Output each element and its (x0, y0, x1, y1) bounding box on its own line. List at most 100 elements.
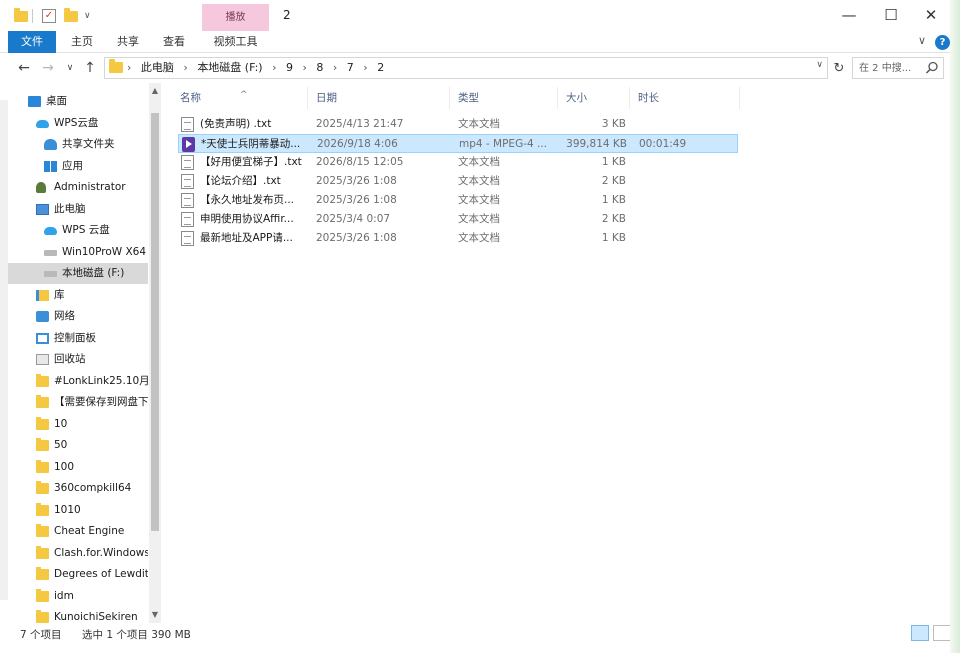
cell-name: 【论坛介绍】.txt (200, 175, 281, 187)
sidebar-item[interactable]: Administrator (8, 177, 148, 198)
column-header-duration[interactable]: 时长 (630, 87, 740, 109)
breadcrumb-8[interactable]: 8 (316, 61, 323, 74)
column-header-size[interactable]: 大小 (558, 87, 630, 109)
ribbon-collapse-icon[interactable]: ∨ (918, 34, 926, 47)
cell-size: 1 KB (601, 232, 626, 244)
column-header-name[interactable]: 名称 ^ (172, 87, 308, 109)
sidebar-item-label: 应用 (62, 159, 83, 172)
sidebar-item[interactable]: 360compkill64 (8, 478, 148, 499)
large-icons-view-button[interactable] (933, 625, 951, 641)
address-dropdown-icon[interactable]: ∨ (816, 60, 823, 70)
text-file-icon (181, 212, 194, 227)
details-view-button[interactable] (911, 625, 929, 641)
search-box[interactable] (852, 57, 944, 79)
address-row: ← → ∨ ↑ › 此电脑 › 本地磁盘 (F:) › 9 › 8 › 7 › … (0, 53, 960, 83)
table-row[interactable]: 【论坛介绍】.txt 2025/3/26 1:08 文本文档 2 KB (178, 172, 738, 191)
breadcrumb-drive-f[interactable]: 本地磁盘 (F:) (197, 61, 262, 74)
column-header-type[interactable]: 类型 (450, 87, 558, 109)
close-button[interactable]: ✕ (908, 3, 954, 29)
sidebar-item[interactable]: Clash.for.Windows (8, 543, 148, 564)
drive-icon (44, 271, 57, 277)
sidebar-item-label: 1010 (54, 503, 81, 516)
sidebar-item[interactable]: 10 (8, 414, 148, 435)
properties-check-icon[interactable]: ✓ (42, 7, 56, 25)
address-bar[interactable]: › 此电脑 › 本地磁盘 (F:) › 9 › 8 › 7 › 2 ∨ (104, 57, 828, 79)
search-input[interactable] (853, 58, 927, 78)
nav-scrollbar[interactable]: ▲ ▼ (149, 83, 161, 623)
back-button[interactable]: ← (14, 58, 34, 78)
breadcrumb-9[interactable]: 9 (286, 61, 293, 74)
quick-access-folder-icon[interactable] (14, 7, 28, 25)
table-row[interactable]: 【好用便宜梯子】.txt 2026/8/15 12:05 文本文档 1 KB (178, 153, 738, 172)
sidebar-item[interactable]: 库 (8, 285, 148, 306)
sidebar-item[interactable]: 本地磁盘 (F:) (8, 263, 148, 284)
sidebar-item[interactable]: Win10ProW X64 (8, 242, 148, 263)
sidebar-item[interactable]: 回收站 (8, 349, 148, 370)
new-folder-icon[interactable] (64, 7, 78, 25)
sidebar-item-label: Clash.for.Windows (54, 546, 148, 559)
sidebar-item-label: KunoichiSekiren (54, 611, 138, 623)
breadcrumb-2[interactable]: 2 (377, 61, 384, 74)
up-button[interactable]: ↑ (80, 58, 100, 78)
cell-date: 2025/4/13 21:47 (316, 118, 404, 130)
tab-file[interactable]: 文件 (8, 31, 56, 53)
tab-share[interactable]: 共享 (108, 31, 148, 53)
nav-scroll-thumb[interactable] (151, 113, 159, 531)
recent-locations-button[interactable]: ∨ (60, 58, 80, 78)
sidebar-item[interactable]: 网络 (8, 306, 148, 327)
refresh-button[interactable]: ↻ (829, 59, 849, 79)
sidebar-item[interactable]: 共享文件夹 (8, 134, 148, 155)
sidebar-item-label: 【需要保存到网盘下 (54, 396, 148, 408)
sidebar-item[interactable]: #LonkLink25.10月- (8, 371, 148, 392)
cell-type: mp4 - MPEG-4 ... (459, 138, 548, 150)
tab-home[interactable]: 主页 (62, 31, 102, 53)
control-panel-icon (36, 332, 49, 344)
sidebar-item[interactable]: 【需要保存到网盘下 (8, 392, 148, 413)
tab-video-tools[interactable]: 视频工具 (202, 31, 269, 53)
table-row[interactable]: 申明使用协议Affir... 2025/3/4 0:07 文本文档 2 KB (178, 210, 738, 229)
sidebar-item-label: WPS 云盘 (62, 224, 110, 236)
folder-icon (36, 545, 49, 559)
contextual-tab-play[interactable]: 播放 (202, 4, 269, 31)
table-row[interactable]: 最新地址及APP请... 2025/3/26 1:08 文本文档 1 KB (178, 229, 738, 248)
table-row[interactable]: (免责声明) .txt 2025/4/13 21:47 文本文档 3 KB (178, 115, 738, 134)
folder-icon (36, 481, 49, 494)
sidebar-item[interactable]: 此电脑 (8, 199, 148, 220)
sidebar-item[interactable]: WPS云盘 (8, 113, 148, 134)
sidebar-item[interactable]: 100 (8, 457, 148, 478)
apps-icon (44, 160, 57, 172)
cloud-icon (44, 227, 57, 235)
breadcrumb-7[interactable]: 7 (347, 61, 354, 74)
folder-icon (36, 588, 49, 602)
recycle-bin-icon (36, 354, 49, 365)
column-header-date[interactable]: 日期 (308, 87, 450, 109)
breadcrumb-chevron-icon: › (363, 61, 368, 74)
nav-scroll-down-icon[interactable]: ▼ (149, 609, 161, 621)
table-row[interactable]: *天使士兵阴蒂暴动... 2026/9/18 4:06 mp4 - MPEG-4 .… (178, 134, 738, 153)
qa-dropdown-icon[interactable]: ∨ (84, 7, 91, 25)
sidebar-item[interactable]: 应用 (8, 156, 148, 177)
forward-button[interactable]: → (38, 58, 58, 78)
sidebar-item[interactable]: Degrees of Lewdit (8, 564, 148, 585)
sidebar-item[interactable]: 1010 (8, 500, 148, 521)
sidebar-item-label: 网络 (54, 310, 75, 322)
cell-date: 2025/3/26 1:08 (316, 194, 397, 206)
search-icon[interactable] (925, 61, 939, 75)
tab-view[interactable]: 查看 (154, 31, 194, 53)
sidebar-item[interactable]: 50 (8, 435, 148, 456)
sidebar-item[interactable]: WPS 云盘 (8, 220, 148, 241)
table-row[interactable]: 【永久地址发布页... 2025/3/26 1:08 文本文档 1 KB (178, 191, 738, 210)
sidebar-item[interactable]: 控制面板 (8, 328, 148, 349)
sidebar-item[interactable]: Cheat Engine (8, 521, 148, 542)
sidebar-item[interactable]: KunoichiSekiren (8, 607, 148, 623)
sidebar-item-label: WPS云盘 (54, 116, 99, 129)
sidebar-item[interactable]: 桌面 (8, 91, 148, 112)
cloud-icon (36, 119, 49, 128)
cell-duration: 00:01:49 (639, 138, 687, 150)
help-icon[interactable]: ? (935, 35, 950, 50)
breadcrumb-this-pc[interactable]: 此电脑 (141, 61, 174, 74)
cell-size: 3 KB (601, 118, 626, 130)
nav-scroll-up-icon[interactable]: ▲ (149, 85, 161, 97)
sidebar-item[interactable]: idm (8, 586, 148, 607)
minimize-button[interactable]: — (826, 3, 872, 29)
